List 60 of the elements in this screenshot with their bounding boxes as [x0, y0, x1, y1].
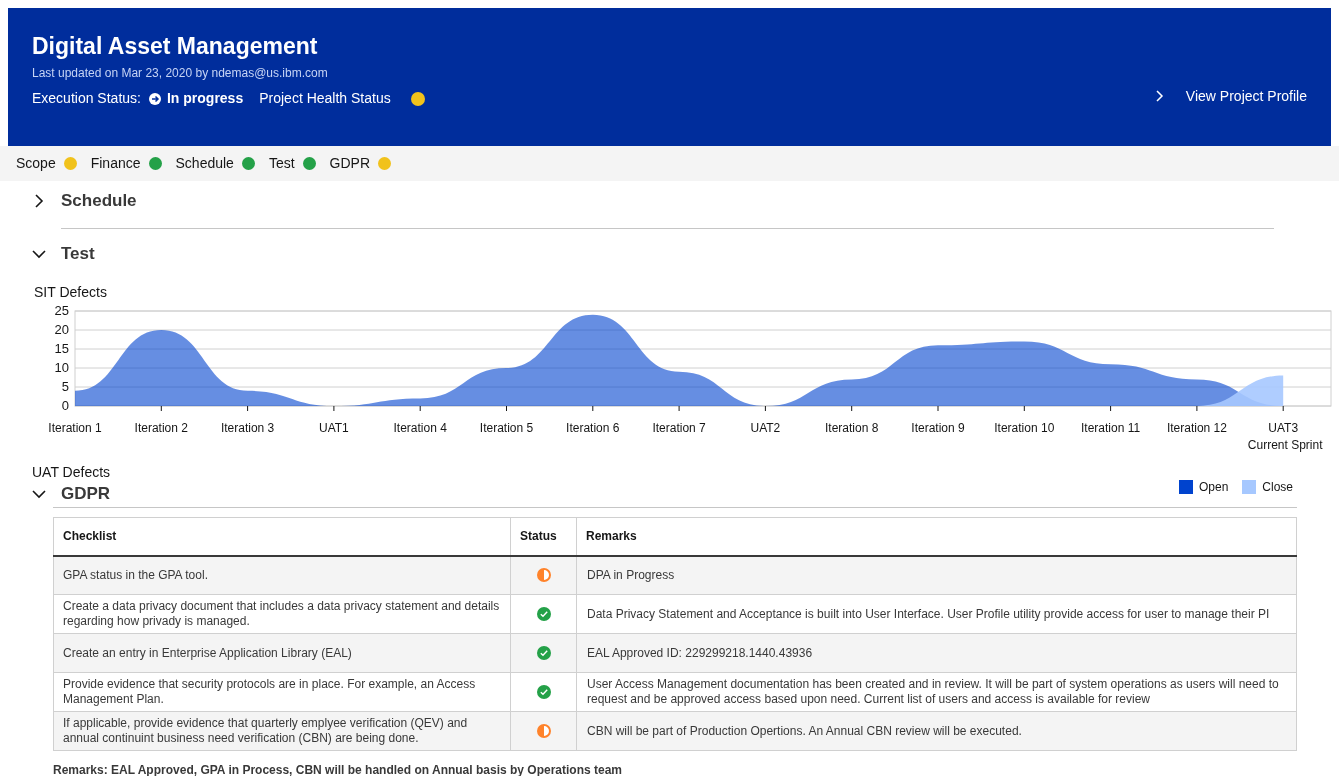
x-tick-label: Iteration 8	[825, 421, 879, 435]
section-header[interactable]: Test	[32, 244, 1339, 264]
view-profile-link[interactable]: View Project Profile	[1155, 85, 1307, 107]
x-tick-label: Iteration 4	[393, 421, 447, 435]
x-tick-label: UAT2	[750, 421, 781, 435]
chevron-down-icon[interactable]	[32, 487, 46, 501]
y-tick-label: 5	[61, 379, 69, 394]
y-tick-label: 20	[54, 322, 69, 337]
legend-swatch	[1178, 480, 1193, 494]
x-tick-label: Iteration 12	[1166, 421, 1227, 435]
x-tick-label: Iteration 2	[134, 421, 188, 435]
table-cell: GPA status in the GPA tool.	[53, 555, 511, 595]
table-cell: Provide evidence that security protocols are in place. For example, an Access Management Plan.	[53, 672, 511, 712]
health-item-label: GDPR	[329, 154, 371, 173]
y-tick-label: 0	[61, 398, 69, 413]
legend-label: Close	[1262, 479, 1293, 496]
legend-label: Open	[1198, 479, 1229, 496]
x-tick-label: UAT3 Current Sprint	[1247, 421, 1323, 452]
column-header: Status	[510, 517, 577, 556]
execution-value: In progress	[166, 89, 244, 108]
table-cell: If applicable, provide evidence that quarterly emplyee verification (QEV) and annual continuint business need verification (CBN) are being done.	[53, 711, 511, 751]
x-tick-label: UAT1	[319, 421, 349, 435]
x-tick-label: Iteration 7	[652, 421, 706, 435]
y-tick-label: 15	[54, 341, 69, 356]
page-title: Digital Asset Management	[32, 32, 319, 60]
updated-text: Last updated on Mar 23, 2020 by ndemas@us.ibm.com	[32, 65, 329, 82]
table-cell: CBN will be part of Production Opertions. An Annual CBN review will be executed.	[576, 711, 1297, 751]
x-tick-label: Iteration 10	[994, 421, 1055, 435]
health-label: Project Health Status	[259, 89, 391, 108]
x-tick-label: Iteration 9	[911, 421, 965, 435]
x-tick-label: Iteration 11	[1081, 421, 1141, 435]
table-cell: Create a data privacy document that includes a data privacy statement and details regarding how privady is managed.	[53, 594, 511, 634]
chevron-down-icon[interactable]	[32, 247, 46, 261]
section-header[interactable]: GDPR	[32, 481, 111, 507]
legend-swatch	[1242, 480, 1257, 494]
health-item-label: Scope	[16, 154, 56, 173]
health-item-label: Schedule	[175, 154, 234, 173]
y-tick-label: 10	[54, 360, 69, 375]
x-tick-label: Iteration 5	[479, 421, 534, 435]
arrow-circle-icon	[148, 92, 161, 105]
health-item-label: Finance	[90, 154, 141, 173]
chart-title: UAT Defects	[32, 463, 112, 481]
column-header: Remarks	[576, 517, 1297, 556]
chart-title: SIT Defects	[34, 283, 108, 302]
table-cell: EAL Approved ID: 229299218.1440.43936	[576, 633, 1297, 673]
health-item-label: Test	[268, 154, 295, 173]
table-cell: DPA in Progress	[576, 555, 1297, 595]
x-tick-label: Iteration 6	[566, 421, 620, 435]
table-cell: User Access Management documentation has been created and in review. It will be part of system operations as users will need to request and be approved access based upon need. Current list of users and access is available for review	[576, 672, 1297, 712]
column-header: Checklist	[53, 517, 511, 556]
x-tick-label: Iteration 1	[48, 421, 102, 435]
table-cell: Data Privacy Statement and Acceptance is built into User Interface. User Profile utility provide access for user to manage their PI	[576, 594, 1297, 634]
remarks-note: Remarks: EAL Approved, GPA in Process, CBN will be handled on Annual basis by Operations team	[53, 762, 623, 776]
x-tick-label: Iteration 3	[220, 421, 275, 435]
execution-label: Execution Status:	[32, 89, 141, 108]
chevron-right-icon	[1155, 90, 1164, 102]
chevron-right-icon[interactable]	[32, 194, 46, 208]
y-tick-label: 25	[54, 304, 69, 318]
table-cell: Create an entry in Enterprise Application Library (EAL)	[53, 633, 511, 673]
section-header[interactable]: Schedule	[32, 191, 1339, 211]
